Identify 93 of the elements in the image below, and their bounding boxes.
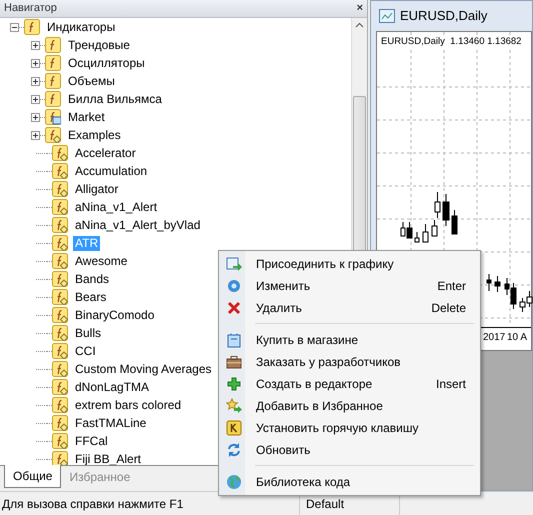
expand-toggle[interactable] <box>31 40 40 50</box>
indicator-market-icon <box>45 109 61 125</box>
collapse-toggle[interactable] <box>10 22 19 32</box>
hotkey-icon <box>226 420 242 436</box>
indicator-icon <box>52 181 68 197</box>
delete-icon <box>226 300 242 316</box>
indicator-icon <box>52 235 68 251</box>
menu-item[interactable]: Добавить в Избранное <box>221 395 478 417</box>
indicator-folder-icon <box>45 73 61 89</box>
axis-label: 10 A <box>507 331 528 345</box>
attach-icon <box>226 256 242 272</box>
expand-toggle[interactable] <box>31 112 40 122</box>
tree-item[interactable]: aNina_v1_Alert_byVlad <box>73 218 202 232</box>
menu-item[interactable]: Изменить Enter <box>221 275 478 297</box>
plus-icon <box>226 376 242 392</box>
menu-item[interactable]: Купить в магазине <box>221 329 478 351</box>
menu-item[interactable]: Удалить Delete <box>221 297 478 319</box>
tree-item[interactable]: Accumulation <box>73 164 150 178</box>
globe-icon <box>226 474 242 490</box>
shortcut-text: Delete <box>431 300 466 317</box>
tree-item[interactable]: Awesome <box>73 254 130 268</box>
indicator-icon <box>52 145 68 161</box>
chart-header: EURUSD,Daily 1.13460 1.13682 <box>381 35 522 50</box>
tree-item[interactable]: Осцилляторы <box>66 56 147 70</box>
menu-item[interactable]: Обновить <box>221 439 478 461</box>
tree-item[interactable]: Объемы <box>66 74 117 88</box>
tree-item[interactable]: FastTMALine <box>73 416 148 430</box>
tab[interactable]: Общие <box>4 465 62 488</box>
candlestick <box>486 274 492 292</box>
indicator-icon <box>52 163 68 179</box>
indicator-folder-icon <box>45 37 61 53</box>
tree-item[interactable]: Custom Moving Averages <box>73 362 214 376</box>
candlestick <box>442 194 450 226</box>
indicator-folder-icon <box>24 19 40 35</box>
settings-icon <box>226 278 242 294</box>
candlestick <box>414 232 420 242</box>
close-button[interactable]: × <box>356 0 363 17</box>
indicator-icon <box>52 379 68 395</box>
tree-item[interactable]: extrem bars colored <box>73 398 184 412</box>
tree-item[interactable]: Билла Вильямса <box>66 92 164 106</box>
indicator-icon <box>52 397 68 413</box>
expand-toggle[interactable] <box>31 94 40 104</box>
window-title: EURUSD,Daily <box>400 7 488 26</box>
tree-item[interactable]: aNina_v1_Alert <box>73 200 160 214</box>
candlestick <box>494 276 500 292</box>
tree-item[interactable]: Fiji BB_Alert <box>73 452 144 465</box>
star-icon <box>226 398 242 414</box>
indicator-icon <box>52 433 68 449</box>
candlestick <box>422 224 428 242</box>
menu-item[interactable]: Заказать у разработчиков <box>221 351 478 373</box>
panel-title: Навигатор <box>4 1 57 16</box>
indicator-icon <box>52 289 68 305</box>
tree-item[interactable]: Bulls <box>73 326 104 340</box>
indicator-icon <box>52 451 68 465</box>
shortcut-text: Enter <box>437 278 466 295</box>
menu-item[interactable]: Установить горячую клавишу <box>221 417 478 439</box>
indicator-icon <box>52 415 68 431</box>
indicator-icon <box>52 307 68 323</box>
tree-item[interactable]: Accelerator <box>73 146 138 160</box>
indicator-icon <box>52 271 68 287</box>
menu-item[interactable]: Присоединить к графику <box>221 253 478 275</box>
tree-item[interactable]: Индикаторы <box>45 20 118 34</box>
indicator-icon <box>52 325 68 341</box>
menu-item[interactable]: Создать в редакторе Insert <box>221 373 478 395</box>
shortcut-text: Insert <box>436 376 466 393</box>
tree-item[interactable]: BinaryComodo <box>73 308 156 322</box>
tree-item[interactable]: Examples <box>66 128 123 142</box>
indicator-icon <box>52 361 68 377</box>
tree-item[interactable]: Bears <box>73 290 108 304</box>
tree-item[interactable]: Трендовые <box>66 38 132 52</box>
indicator-folder-icon <box>45 55 61 71</box>
expand-toggle[interactable] <box>31 76 40 86</box>
expand-toggle[interactable] <box>31 130 40 140</box>
candlestick <box>452 210 458 234</box>
tree-item[interactable]: FFCal <box>73 434 110 448</box>
expand-toggle[interactable] <box>31 58 40 68</box>
refresh-icon <box>226 442 242 458</box>
axis-label: 2017 <box>483 331 506 345</box>
indicator-icon <box>52 217 68 233</box>
tree-item[interactable]: Market <box>66 110 107 124</box>
indicator-icon <box>52 343 68 359</box>
indicator-icon <box>52 253 68 269</box>
tree-item[interactable]: dNonLagTMA <box>73 380 152 394</box>
indicator-folder-icon <box>45 91 61 107</box>
menu-item[interactable]: Библиотека кода <box>221 471 478 493</box>
chart-window-icon <box>379 8 395 24</box>
tree-item[interactable]: CCI <box>73 344 98 358</box>
tree-item[interactable]: Alligator <box>73 182 120 196</box>
indicator-icon <box>45 127 61 143</box>
briefcase-icon <box>226 354 242 370</box>
tree-item[interactable]: Bands <box>73 272 112 286</box>
indicator-icon <box>52 199 68 215</box>
shopping-bag-icon <box>226 332 242 348</box>
